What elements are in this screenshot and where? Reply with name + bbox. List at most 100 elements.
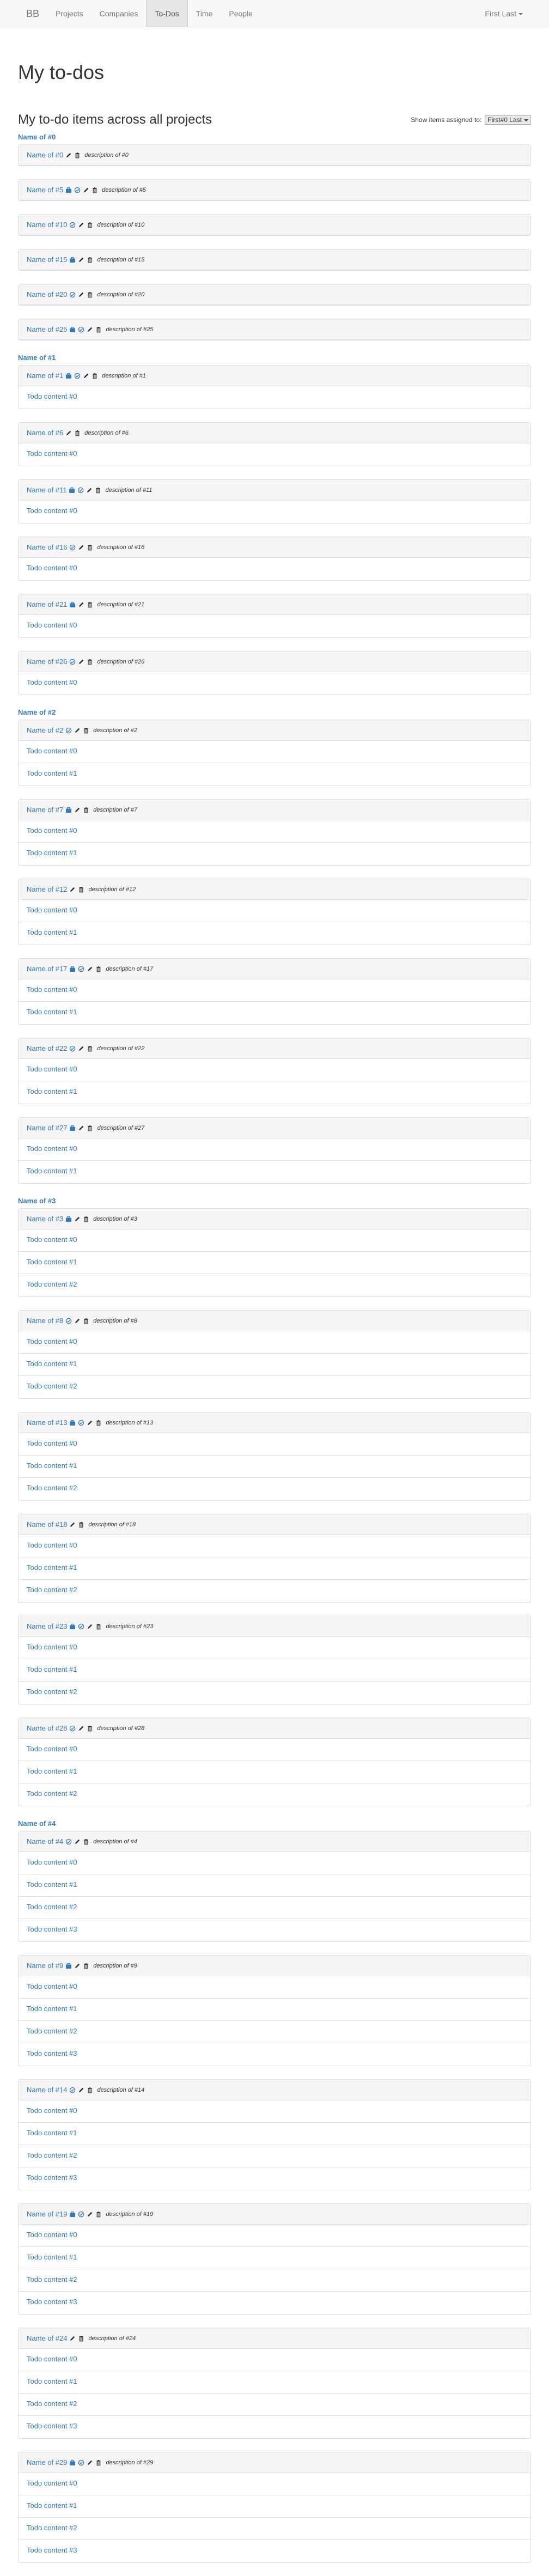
trash-icon[interactable]	[95, 966, 102, 972]
project-name[interactable]: Name of #3	[18, 1197, 531, 1205]
todo-item[interactable]: Todo content #0	[19, 979, 530, 1002]
todo-item[interactable]: Todo content #1	[19, 2371, 530, 2394]
todo-item[interactable]: Todo content #2	[19, 2394, 530, 2416]
todo-item[interactable]: Todo content #2	[19, 2021, 530, 2043]
todo-item[interactable]: Todo content #0	[19, 1059, 530, 1081]
todolist-name-link[interactable]: Name of #16	[27, 543, 67, 551]
todolist-name-link[interactable]: Name of #18	[27, 1520, 67, 1528]
todo-item[interactable]: Todo content #2	[19, 1274, 530, 1296]
todo-item[interactable]: Todo content #3	[19, 2292, 530, 2314]
trash-icon[interactable]	[87, 257, 93, 263]
todo-item[interactable]: Todo content #0	[19, 1852, 530, 1874]
todo-item[interactable]: Todo content #1	[19, 1002, 530, 1024]
pencil-icon[interactable]	[78, 544, 84, 551]
trash-icon[interactable]	[87, 659, 93, 665]
pencil-icon[interactable]	[78, 291, 84, 298]
todo-item[interactable]: Todo content #0	[19, 1637, 530, 1659]
trash-icon[interactable]	[78, 2335, 84, 2342]
project-name[interactable]: Name of #0	[18, 133, 531, 141]
todo-item[interactable]: Todo content #3	[19, 2416, 530, 2438]
todolist-name-link[interactable]: Name of #19	[27, 2210, 67, 2218]
todo-item[interactable]: Todo content #1	[19, 1659, 530, 1682]
pencil-icon[interactable]	[69, 1521, 76, 1528]
pencil-icon[interactable]	[74, 1838, 81, 1845]
todo-item[interactable]: Todo content #1	[19, 1456, 530, 1478]
assignee-select[interactable]: First#0 Last	[485, 115, 531, 125]
pencil-icon[interactable]	[78, 1045, 84, 1052]
todolist-name-link[interactable]: Name of #2	[27, 726, 63, 734]
todo-item[interactable]: Todo content #1	[19, 1081, 530, 1104]
todo-item[interactable]: Todo content #0	[19, 900, 530, 922]
trash-icon[interactable]	[95, 2211, 102, 2218]
pencil-icon[interactable]	[87, 2211, 93, 2218]
pencil-icon[interactable]	[74, 727, 81, 734]
todolist-name-link[interactable]: Name of #25	[27, 325, 67, 333]
todolist-name-link[interactable]: Name of #26	[27, 657, 67, 666]
todo-item[interactable]: Todo content #1	[19, 2247, 530, 2269]
todolist-name-link[interactable]: Name of #1	[27, 372, 63, 380]
trash-icon[interactable]	[87, 1045, 93, 1052]
todo-item[interactable]: Todo content #3	[19, 1919, 530, 1941]
todo-item[interactable]: Todo content #1	[19, 1874, 530, 1897]
todo-item[interactable]: Todo content #1	[19, 1761, 530, 1783]
trash-icon[interactable]	[74, 430, 81, 436]
todo-item[interactable]: Todo content #2	[19, 1783, 530, 1806]
todo-item[interactable]: Todo content #2	[19, 1897, 530, 1919]
todo-item[interactable]: Todo content #2	[19, 1478, 530, 1500]
todolist-name-link[interactable]: Name of #21	[27, 600, 67, 608]
todolist-name-link[interactable]: Name of #12	[27, 885, 67, 893]
user-menu[interactable]: First Last	[485, 0, 523, 27]
nav-todos[interactable]: To-Dos	[146, 0, 188, 27]
pencil-icon[interactable]	[86, 487, 93, 494]
todo-item[interactable]: Todo content #3	[19, 2540, 530, 2562]
todo-item[interactable]: Todo content #0	[19, 2473, 530, 2495]
trash-icon[interactable]	[83, 807, 89, 813]
todo-item[interactable]: Todo content #0	[19, 2100, 530, 2123]
pencil-icon[interactable]	[78, 222, 84, 228]
todo-item[interactable]: Todo content #1	[19, 1354, 530, 1376]
trash-icon[interactable]	[83, 1963, 89, 1969]
todo-item[interactable]: Todo content #0	[19, 1331, 530, 1354]
todo-item[interactable]: Todo content #0	[19, 386, 530, 409]
todolist-name-link[interactable]: Name of #28	[27, 1724, 67, 1732]
pencil-icon[interactable]	[87, 1623, 93, 1630]
pencil-icon[interactable]	[78, 1125, 84, 1131]
project-name[interactable]: Name of #1	[18, 354, 531, 362]
trash-icon[interactable]	[95, 1420, 102, 1426]
trash-icon[interactable]	[83, 727, 89, 734]
brand-logo[interactable]: BB	[0, 0, 47, 27]
nav-companies[interactable]: Companies	[91, 0, 147, 27]
todolist-name-link[interactable]: Name of #9	[27, 1962, 63, 1970]
pencil-icon[interactable]	[78, 601, 84, 608]
todo-item[interactable]: Todo content #0	[19, 1229, 530, 1252]
todolist-name-link[interactable]: Name of #3	[27, 1215, 63, 1223]
todolist-name-link[interactable]: Name of #7	[27, 806, 63, 814]
todolist-name-link[interactable]: Name of #17	[27, 965, 67, 973]
trash-icon[interactable]	[83, 1838, 89, 1845]
nav-people[interactable]: People	[221, 0, 261, 27]
todo-item[interactable]: Todo content #1	[19, 1252, 530, 1274]
trash-icon[interactable]	[87, 222, 93, 228]
todo-item[interactable]: Todo content #0	[19, 1433, 530, 1456]
todo-item[interactable]: Todo content #0	[19, 501, 530, 523]
trash-icon[interactable]	[78, 886, 84, 893]
todo-item[interactable]: Todo content #2	[19, 1580, 530, 1602]
todo-item[interactable]: Todo content #2	[19, 2518, 530, 2540]
todo-item[interactable]: Todo content #1	[19, 763, 530, 785]
trash-icon[interactable]	[87, 291, 93, 298]
pencil-icon[interactable]	[83, 187, 89, 193]
trash-icon[interactable]	[87, 544, 93, 551]
pencil-icon[interactable]	[87, 966, 93, 972]
todo-item[interactable]: Todo content #2	[19, 2145, 530, 2167]
todo-item[interactable]: Todo content #0	[19, 558, 530, 580]
trash-icon[interactable]	[95, 1623, 102, 1630]
todolist-name-link[interactable]: Name of #4	[27, 1837, 63, 1846]
trash-icon[interactable]	[87, 1725, 93, 1732]
trash-icon[interactable]	[95, 326, 102, 333]
trash-icon[interactable]	[91, 373, 98, 379]
trash-icon[interactable]	[87, 2087, 93, 2093]
todolist-name-link[interactable]: Name of #27	[27, 1124, 67, 1132]
todo-item[interactable]: Todo content #1	[19, 2495, 530, 2518]
todo-item[interactable]: Todo content #0	[19, 1976, 530, 1999]
todolist-name-link[interactable]: Name of #8	[27, 1317, 63, 1325]
